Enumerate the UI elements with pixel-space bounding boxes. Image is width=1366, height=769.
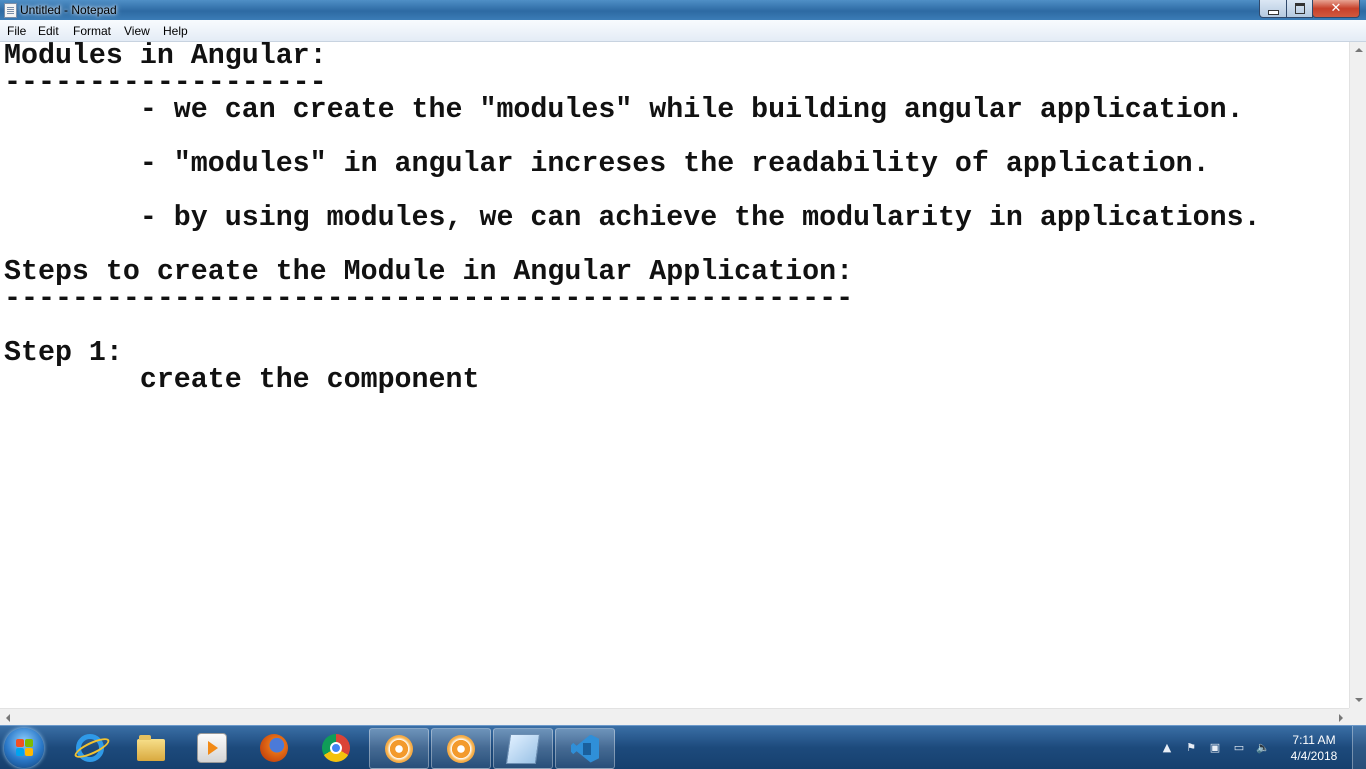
vscode-icon bbox=[571, 734, 599, 763]
taskbar-notepad[interactable] bbox=[493, 728, 553, 769]
minimize-icon bbox=[1267, 9, 1279, 15]
text-line[interactable]: Modules in Angular: bbox=[4, 42, 1261, 70]
clock[interactable]: 7:11 AM 4/4/2018 bbox=[1280, 732, 1348, 764]
device-icon[interactable]: ▣ bbox=[1208, 741, 1222, 754]
system-tray: ▲ ⚑ ▣ ▭ 🔈 bbox=[1158, 726, 1288, 769]
start-button[interactable] bbox=[4, 728, 44, 768]
vertical-scrollbar[interactable] bbox=[1349, 42, 1366, 708]
internet-explorer-icon bbox=[76, 733, 104, 762]
text-line[interactable]: Step 1: bbox=[4, 339, 1261, 367]
text-line[interactable]: ----------------------------------------… bbox=[4, 285, 1261, 313]
horizontal-scrollbar[interactable] bbox=[0, 708, 1349, 726]
scroll-right-icon[interactable] bbox=[1339, 714, 1343, 722]
taskbar: ▲ ⚑ ▣ ▭ 🔈 7:11 AM 4/4/2018 bbox=[0, 725, 1366, 769]
menu-bar: File Edit Format View Help bbox=[0, 20, 1366, 42]
taskbar-internet-explorer[interactable] bbox=[61, 728, 119, 767]
firefox-icon bbox=[260, 733, 288, 762]
notepad-icon bbox=[505, 733, 541, 764]
scroll-up-icon[interactable] bbox=[1355, 48, 1363, 52]
taskbar-vscode[interactable] bbox=[555, 728, 615, 769]
text-line[interactable]: ------------------- bbox=[4, 69, 1261, 97]
text-editor[interactable]: Modules in Angular: ------------------- -… bbox=[0, 42, 1349, 708]
menu-view[interactable]: View bbox=[124, 24, 150, 38]
text-line[interactable]: - by using modules, we can achieve the m… bbox=[4, 204, 1261, 232]
title-bar[interactable]: Untitled - Notepad ✕ bbox=[0, 0, 1366, 20]
show-hidden-icons-icon[interactable]: ▲ bbox=[1160, 741, 1174, 754]
taskbar-firefox[interactable] bbox=[245, 728, 303, 767]
text-line[interactable]: - we can create the "modules" while buil… bbox=[4, 96, 1261, 124]
windows-logo-part bbox=[16, 748, 24, 756]
windows-logo-part bbox=[25, 748, 33, 756]
text-line[interactable] bbox=[4, 124, 1261, 151]
clock-date: 4/4/2018 bbox=[1290, 749, 1338, 763]
notepad-app-icon[interactable] bbox=[4, 3, 17, 18]
menu-format[interactable]: Format bbox=[73, 24, 111, 38]
menu-file[interactable]: File bbox=[7, 24, 26, 38]
network-icon[interactable]: ▭ bbox=[1232, 741, 1246, 754]
window-title: Untitled - Notepad bbox=[20, 3, 117, 17]
volume-icon[interactable]: 🔈 bbox=[1256, 741, 1270, 754]
text-line[interactable]: Steps to create the Module in Angular Ap… bbox=[4, 258, 1261, 286]
scroll-down-icon[interactable] bbox=[1355, 698, 1363, 702]
menu-edit[interactable]: Edit bbox=[38, 24, 59, 38]
scroll-left-icon[interactable] bbox=[6, 714, 10, 722]
text-line[interactable] bbox=[4, 313, 1261, 340]
text-line[interactable]: create the component bbox=[4, 366, 1261, 394]
document-text[interactable]: Modules in Angular: ------------------- -… bbox=[4, 42, 1261, 394]
scrollbar-corner bbox=[1349, 708, 1366, 725]
text-line[interactable] bbox=[4, 178, 1261, 205]
close-button[interactable]: ✕ bbox=[1312, 0, 1360, 18]
taskbar-media-player[interactable] bbox=[183, 728, 241, 767]
action-center-flag-icon[interactable]: ⚑ bbox=[1184, 741, 1198, 754]
taskbar-app-1[interactable] bbox=[369, 728, 429, 769]
media-player-icon bbox=[197, 732, 227, 763]
windows-logo-part bbox=[25, 739, 33, 747]
chrome-icon bbox=[322, 733, 350, 762]
close-icon: ✕ bbox=[1330, 1, 1342, 16]
windows-logo-icon bbox=[16, 739, 24, 747]
maximize-icon bbox=[1294, 3, 1305, 14]
text-line[interactable]: - "modules" in angular increses the read… bbox=[4, 150, 1261, 178]
app-flower-icon bbox=[447, 734, 475, 763]
taskbar-chrome[interactable] bbox=[307, 728, 365, 767]
minimize-button[interactable] bbox=[1259, 0, 1287, 18]
taskbar-file-explorer[interactable] bbox=[122, 728, 180, 767]
maximize-button[interactable] bbox=[1286, 0, 1313, 18]
clock-time: 7:11 AM bbox=[1292, 733, 1336, 747]
file-explorer-icon bbox=[137, 734, 165, 761]
app-flower-icon bbox=[385, 734, 413, 763]
show-desktop-button[interactable] bbox=[1352, 726, 1366, 769]
taskbar-app-2[interactable] bbox=[431, 728, 491, 769]
text-line[interactable] bbox=[4, 232, 1261, 259]
menu-help[interactable]: Help bbox=[163, 24, 188, 38]
